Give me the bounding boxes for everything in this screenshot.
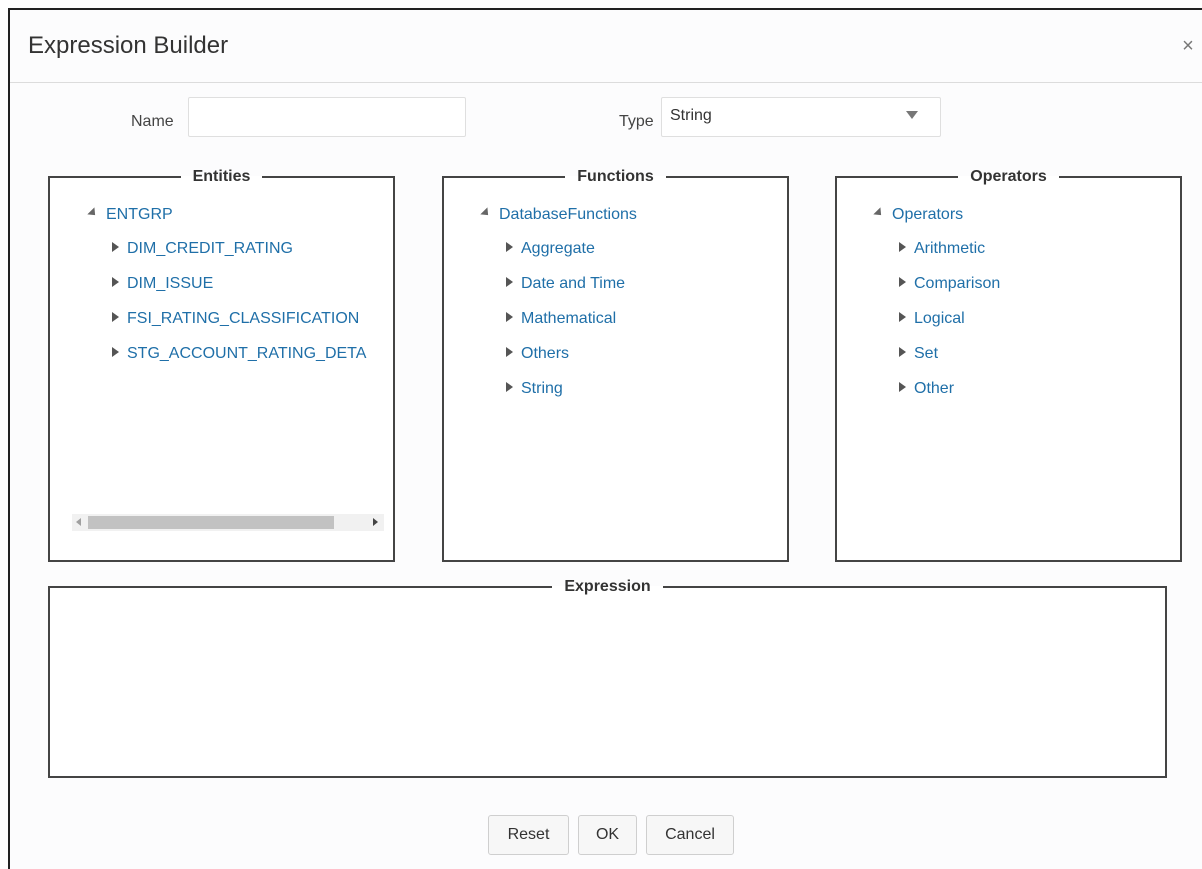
- tree-node-operator[interactable]: Logical: [899, 310, 965, 328]
- tree-node-operators[interactable]: Operators: [873, 206, 964, 224]
- tree-node-function[interactable]: String: [506, 380, 563, 398]
- tree-node-entity[interactable]: FSI_RATING_CLASSIFICATION: [112, 310, 359, 328]
- tree-node-function[interactable]: Date and Time: [506, 275, 625, 293]
- tree-node-operator[interactable]: Comparison: [899, 275, 1000, 293]
- tree-node-label: DIM_ISSUE: [127, 275, 214, 292]
- type-label: Type: [619, 113, 654, 130]
- functions-panel: Functions: [442, 168, 789, 562]
- scroll-right-icon[interactable]: [373, 518, 378, 526]
- tree-node-label: DatabaseFunctions: [499, 206, 637, 223]
- ok-button[interactable]: OK: [578, 815, 637, 855]
- tree-node-label: Set: [914, 345, 939, 362]
- name-input[interactable]: [188, 97, 466, 137]
- operators-legend: Operators: [970, 168, 1047, 185]
- close-icon[interactable]: ×: [1178, 36, 1198, 56]
- tree-collapsed-icon[interactable]: [899, 276, 906, 287]
- tree-node-entgrp[interactable]: ENTGRP: [87, 206, 173, 224]
- tree-node-label: String: [521, 380, 563, 397]
- tree-node-label: Operators: [892, 206, 964, 223]
- tree-node-label: Arithmetic: [914, 240, 986, 257]
- tree-node-label: ENTGRP: [106, 206, 173, 223]
- functions-legend: Functions: [577, 168, 654, 185]
- type-select[interactable]: String: [661, 97, 941, 137]
- tree-collapsed-icon[interactable]: [506, 346, 513, 357]
- tree-node-databasefunctions[interactable]: DatabaseFunctions: [480, 206, 637, 224]
- tree-node-operator[interactable]: Arithmetic: [899, 240, 985, 258]
- tree-node-entity[interactable]: STG_ACCOUNT_RATING_DETA: [112, 345, 370, 363]
- tree-node-function[interactable]: Mathematical: [506, 310, 616, 328]
- chevron-down-icon: [906, 111, 918, 119]
- scroll-left-icon[interactable]: [76, 518, 81, 526]
- expression-legend: Expression: [564, 578, 651, 595]
- tree-expanded-icon[interactable]: [873, 207, 885, 219]
- name-label: Name: [131, 113, 174, 130]
- tree-collapsed-icon[interactable]: [899, 241, 906, 252]
- tree-node-label: Other: [914, 380, 955, 397]
- tree-collapsed-icon[interactable]: [899, 311, 906, 322]
- type-select-value: String: [670, 107, 712, 124]
- tree-node-operator[interactable]: Set: [899, 345, 938, 363]
- tree-node-label: DIM_CREDIT_RATING: [127, 240, 293, 257]
- tree-node-label: Date and Time: [521, 275, 626, 292]
- entities-legend: Entities: [192, 168, 251, 185]
- tree-node-operator[interactable]: Other: [899, 380, 954, 398]
- tree-node-entity[interactable]: DIM_ISSUE: [112, 275, 213, 293]
- tree-node-label: Others: [521, 345, 570, 362]
- entities-horizontal-scrollbar[interactable]: [72, 514, 384, 531]
- tree-collapsed-icon[interactable]: [506, 381, 513, 392]
- scrollbar-thumb[interactable]: [88, 516, 334, 529]
- tree-collapsed-icon[interactable]: [112, 241, 119, 252]
- dialog-header: Expression Builder ×: [10, 10, 1202, 83]
- tree-collapsed-icon[interactable]: [899, 346, 906, 357]
- tree-node-function[interactable]: Aggregate: [506, 240, 595, 258]
- tree-collapsed-icon[interactable]: [112, 346, 119, 357]
- entities-panel: Entities: [48, 168, 395, 562]
- tree-node-label: Logical: [914, 310, 965, 327]
- tree-node-label: FSI_RATING_CLASSIFICATION: [127, 310, 360, 327]
- tree-collapsed-icon[interactable]: [506, 241, 513, 252]
- tree-node-entity[interactable]: DIM_CREDIT_RATING: [112, 240, 293, 258]
- tree-expanded-icon[interactable]: [480, 207, 492, 219]
- tree-expanded-icon[interactable]: [87, 207, 99, 219]
- expression-panel[interactable]: Expression: [48, 578, 1167, 778]
- tree-collapsed-icon[interactable]: [112, 276, 119, 287]
- reset-button[interactable]: Reset: [488, 815, 569, 855]
- tree-collapsed-icon[interactable]: [506, 311, 513, 322]
- dialog-title: Expression Builder: [28, 32, 229, 59]
- cancel-button[interactable]: Cancel: [646, 815, 734, 855]
- tree-node-label: Mathematical: [521, 310, 617, 327]
- tree-collapsed-icon[interactable]: [899, 381, 906, 392]
- tree-collapsed-icon[interactable]: [506, 276, 513, 287]
- tree-node-label: Aggregate: [521, 240, 595, 257]
- tree-collapsed-icon[interactable]: [112, 311, 119, 322]
- tree-node-label: STG_ACCOUNT_RATING_DETA: [127, 345, 367, 362]
- tree-node-label: Comparison: [914, 275, 1001, 292]
- operators-panel: Operators: [835, 168, 1182, 562]
- tree-node-function[interactable]: Others: [506, 345, 569, 363]
